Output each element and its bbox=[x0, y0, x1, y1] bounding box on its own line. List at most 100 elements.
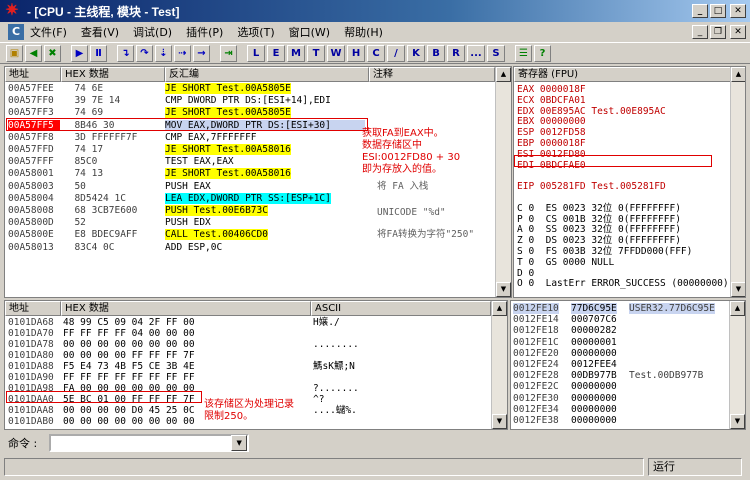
disasm-row-code[interactable]: JE SHORT Test.00A58016 bbox=[165, 144, 291, 155]
disasm-scroll-up[interactable]: ▲ bbox=[496, 67, 511, 82]
execute-till-return-icon[interactable]: → bbox=[193, 44, 210, 62]
disasm-row-address[interactable]: 00A57FF8 bbox=[8, 132, 60, 143]
register-row[interactable]: D 0 bbox=[517, 268, 534, 279]
toolbar-windows-button[interactable]: W bbox=[327, 44, 345, 62]
register-row[interactable]: EBP 0000018F bbox=[517, 138, 586, 149]
disasm-row-address[interactable]: 00A57FFF bbox=[8, 156, 60, 167]
stack-row-address[interactable]: 0012FE34 bbox=[513, 404, 559, 415]
register-row[interactable]: Z 0 DS 0023 32位 0(FFFFFFFF) bbox=[517, 235, 681, 246]
command-dropdown-icon[interactable]: ▼ bbox=[231, 435, 248, 451]
disasm-row-address[interactable]: 00A5800D bbox=[8, 217, 60, 228]
toolbar-threads-button[interactable]: T bbox=[307, 44, 325, 62]
stack-scrollbar[interactable]: ▲ ▼ bbox=[729, 301, 745, 429]
disasm-header-address[interactable]: 地址 bbox=[5, 67, 61, 82]
disasm-row-code[interactable]: LEA EDX,DWORD PTR SS:[ESP+1C] bbox=[165, 192, 331, 204]
toolbar-modules-button[interactable]: E bbox=[267, 44, 285, 62]
dump-row-address[interactable]: 0101DA70 bbox=[8, 328, 54, 339]
disasm-row-address[interactable]: 00A58003 bbox=[8, 181, 60, 192]
disasm-row-address[interactable]: 00A57FF0 bbox=[8, 95, 60, 106]
stack-scroll-down[interactable]: ▼ bbox=[730, 414, 745, 429]
disasm-row-address[interactable]: 00A57FEE bbox=[8, 83, 60, 94]
stack-panel[interactable]: 0012FE10 77D6C95E USER32.77D6C95E 0012FE14 0… bbox=[510, 300, 746, 430]
stack-row-address[interactable]: 0012FE24 bbox=[513, 359, 559, 370]
stack-row-address[interactable]: 0012FE30 bbox=[513, 393, 559, 404]
run-icon[interactable]: ▶ bbox=[71, 44, 88, 62]
help-icon[interactable]: ? bbox=[534, 44, 551, 62]
menu-file[interactable]: 文件(F) bbox=[30, 24, 67, 40]
trace-over-icon[interactable]: ⇢ bbox=[174, 44, 191, 62]
disasm-row-address[interactable]: 00A58004 bbox=[8, 193, 60, 204]
register-row[interactable]: EBX 00000000 bbox=[517, 116, 586, 127]
menu-help[interactable]: 帮助(H) bbox=[344, 24, 383, 40]
child-minimize-button[interactable]: _ bbox=[692, 25, 708, 39]
register-row[interactable]: T 0 GS 0000 NULL bbox=[517, 257, 614, 268]
register-row[interactable]: A 0 SS 0023 32位 0(FFFFFFFF) bbox=[517, 224, 681, 235]
menu-window[interactable]: 窗口(W) bbox=[289, 24, 330, 40]
restart-icon[interactable]: ◀ bbox=[25, 44, 42, 62]
dump-row-address[interactable]: 0101DA80 bbox=[8, 350, 54, 361]
registers-header[interactable]: 寄存器 (FPU) bbox=[514, 67, 745, 82]
stack-row-address[interactable]: 0012FE18 bbox=[513, 325, 559, 336]
disasm-row-address[interactable]: 00A58001 bbox=[8, 168, 60, 179]
register-row[interactable]: EAX 0000018F bbox=[517, 84, 586, 95]
stack-row-address[interactable]: 0012FE2C bbox=[513, 381, 559, 392]
register-row[interactable]: ESP 0012FD58 bbox=[517, 127, 586, 138]
dump-row-address[interactable]: 0101DA88 bbox=[8, 361, 54, 372]
stack-scroll-up[interactable]: ▲ bbox=[730, 301, 745, 316]
toolbar-log-button[interactable]: L bbox=[247, 44, 265, 62]
registers-scrollbar[interactable]: ▲ ▼ bbox=[730, 67, 745, 297]
toolbar-patches-button[interactable]: / bbox=[387, 44, 405, 62]
stack-row-address[interactable]: 0012FE28 bbox=[513, 370, 559, 381]
menu-options[interactable]: 选项(T) bbox=[237, 24, 274, 40]
stack-row-address[interactable]: 0012FE14 bbox=[513, 314, 559, 325]
disasm-row-address[interactable]: 00A57FFD bbox=[8, 144, 60, 155]
toolbar-source-button[interactable]: S bbox=[487, 44, 505, 62]
disasm-row-code[interactable]: TEST EAX,EAX bbox=[165, 156, 234, 167]
dump-row-address[interactable]: 0101DAB0 bbox=[8, 416, 54, 427]
toolbar-references-button[interactable]: R bbox=[447, 44, 465, 62]
register-row[interactable]: EIP 005281FD Test.005281FD bbox=[517, 181, 666, 192]
dump-row-address[interactable]: 0101DAA8 bbox=[8, 405, 54, 416]
list-icon[interactable]: ☰ bbox=[515, 44, 532, 62]
stack-row-address[interactable]: 0012FE38 bbox=[513, 415, 559, 426]
menu-view[interactable]: 查看(V) bbox=[81, 24, 119, 40]
registers-panel[interactable]: 寄存器 (FPU) EAX 0000018F ECX 0BDCFA01 EDX 00… bbox=[513, 66, 746, 298]
disasm-row-address[interactable]: 00A57FF3 bbox=[8, 107, 60, 118]
toolbar-cpu-button[interactable]: C bbox=[367, 44, 385, 62]
disasm-scrollbar[interactable]: ▲ ▼ bbox=[495, 67, 511, 297]
stack-row-address[interactable]: 0012FE20 bbox=[513, 348, 559, 359]
child-close-button[interactable]: ✕ bbox=[730, 25, 746, 39]
dump-scroll-up[interactable]: ▲ bbox=[492, 301, 507, 316]
disasm-row-code[interactable]: CMP EAX,7FFFFFFF bbox=[165, 132, 257, 143]
disasm-scroll-down[interactable]: ▼ bbox=[496, 282, 511, 297]
maximize-button[interactable]: □ bbox=[710, 4, 726, 18]
disasm-row-code[interactable]: JE SHORT Test.00A58016 bbox=[165, 168, 291, 180]
disasm-row-code[interactable]: JE SHORT Test.00A5805E bbox=[165, 107, 291, 119]
toolbar-runtrace-button[interactable]: ... bbox=[467, 44, 485, 62]
toolbar-handles-button[interactable]: H bbox=[347, 44, 365, 62]
disasm-header-code[interactable]: 反汇编 bbox=[165, 67, 369, 82]
close-program-icon[interactable]: ✖ bbox=[44, 44, 61, 62]
disasm-row-address[interactable]: 00A5800E bbox=[8, 229, 60, 240]
stack-row-address[interactable]: 0012FE1C bbox=[513, 337, 559, 348]
disasm-row-code[interactable]: CALL Test.00406CD0 bbox=[165, 229, 268, 241]
dump-scroll-down[interactable]: ▼ bbox=[492, 414, 507, 429]
goto-icon[interactable]: ⇥ bbox=[220, 44, 237, 62]
toolbar-memory-button[interactable]: M bbox=[287, 44, 305, 62]
dump-row-address[interactable]: 0101DA68 bbox=[8, 317, 54, 328]
register-row[interactable]: O 0 LastErr ERROR_SUCCESS (00000000) bbox=[517, 278, 729, 289]
register-row[interactable]: EDX 00E895AC Test.00E895AC bbox=[517, 106, 666, 117]
register-row[interactable]: ECX 0BDCFA01 bbox=[517, 95, 586, 106]
step-into-icon[interactable]: ↴ bbox=[117, 44, 134, 62]
dump-header-hex[interactable]: HEX 数据 bbox=[61, 301, 311, 316]
toolbar-breakpoints-button[interactable]: B bbox=[427, 44, 445, 62]
title-bar[interactable]: ✷ - [CPU - 主线程, 模块 - Test] _ □ ✕ bbox=[0, 0, 750, 22]
disasm-row-code[interactable]: ADD ESP,0C bbox=[165, 242, 222, 253]
disassembly-panel[interactable]: 地址 HEX 数据 反汇编 注释 00A57FEE 74 6E JE SHORT … bbox=[4, 66, 512, 298]
registers-scroll-up[interactable]: ▲ bbox=[731, 67, 745, 82]
disasm-header-hex[interactable]: HEX 数据 bbox=[61, 67, 165, 82]
command-input[interactable] bbox=[49, 434, 250, 452]
disasm-row-address[interactable]: 00A58008 bbox=[8, 205, 60, 216]
pause-icon[interactable]: Ⅱ bbox=[90, 44, 107, 62]
disasm-row-code[interactable]: PUSH EAX bbox=[165, 181, 211, 192]
